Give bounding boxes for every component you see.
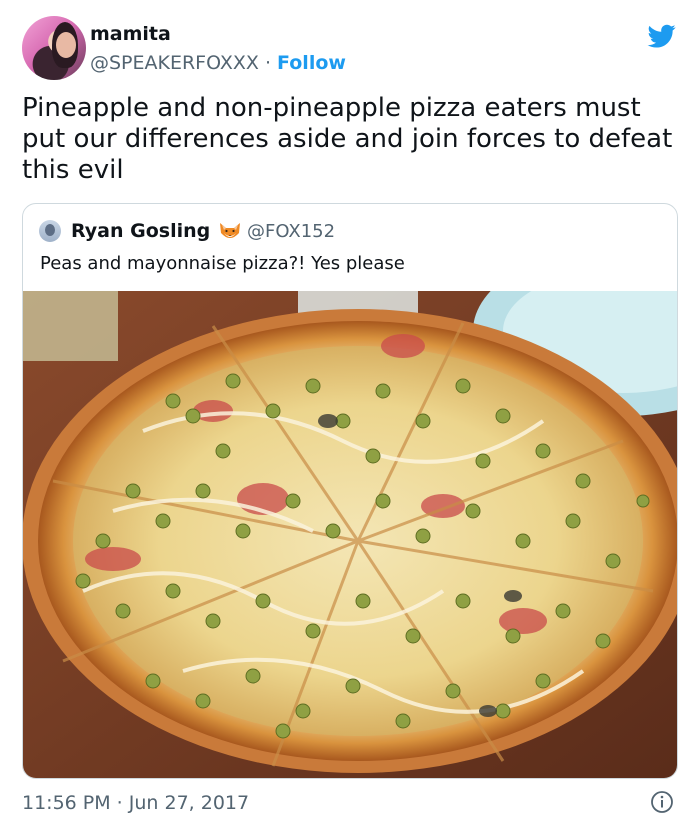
twitter-bird-icon[interactable] xyxy=(646,22,678,50)
fox-emoji-icon xyxy=(220,223,240,238)
pizza-photo[interactable] xyxy=(23,291,678,779)
author-handle[interactable]: @SPEAKERFOXXX xyxy=(90,52,259,74)
author-handle-row: @SPEAKERFOXXX · Follow xyxy=(90,52,346,74)
follow-button[interactable]: Follow xyxy=(277,52,346,74)
info-icon[interactable] xyxy=(650,790,674,814)
author-name[interactable]: mamita xyxy=(90,23,171,45)
quoted-author-name: Ryan Gosling xyxy=(71,220,211,242)
quoted-author-avatar xyxy=(39,220,61,242)
quoted-tweet-text: Peas and mayonnaise pizza?! Yes please xyxy=(40,253,405,274)
quoted-tweet[interactable]: Ryan Gosling @FOX152 Peas and mayonnaise… xyxy=(22,203,678,779)
author-avatar[interactable] xyxy=(22,16,86,80)
handle-separator: · xyxy=(264,52,271,74)
tweet-header: mamita @SPEAKERFOXXX · Follow xyxy=(22,16,678,80)
tweet-text: Pineapple and non-pineapple pizza eaters… xyxy=(22,93,673,185)
tweet-footer: 11:56 PM · Jun 27, 2017 xyxy=(22,790,678,816)
quoted-author-handle: @FOX152 xyxy=(247,221,336,242)
tweet-timestamp[interactable]: 11:56 PM · Jun 27, 2017 xyxy=(22,792,249,814)
